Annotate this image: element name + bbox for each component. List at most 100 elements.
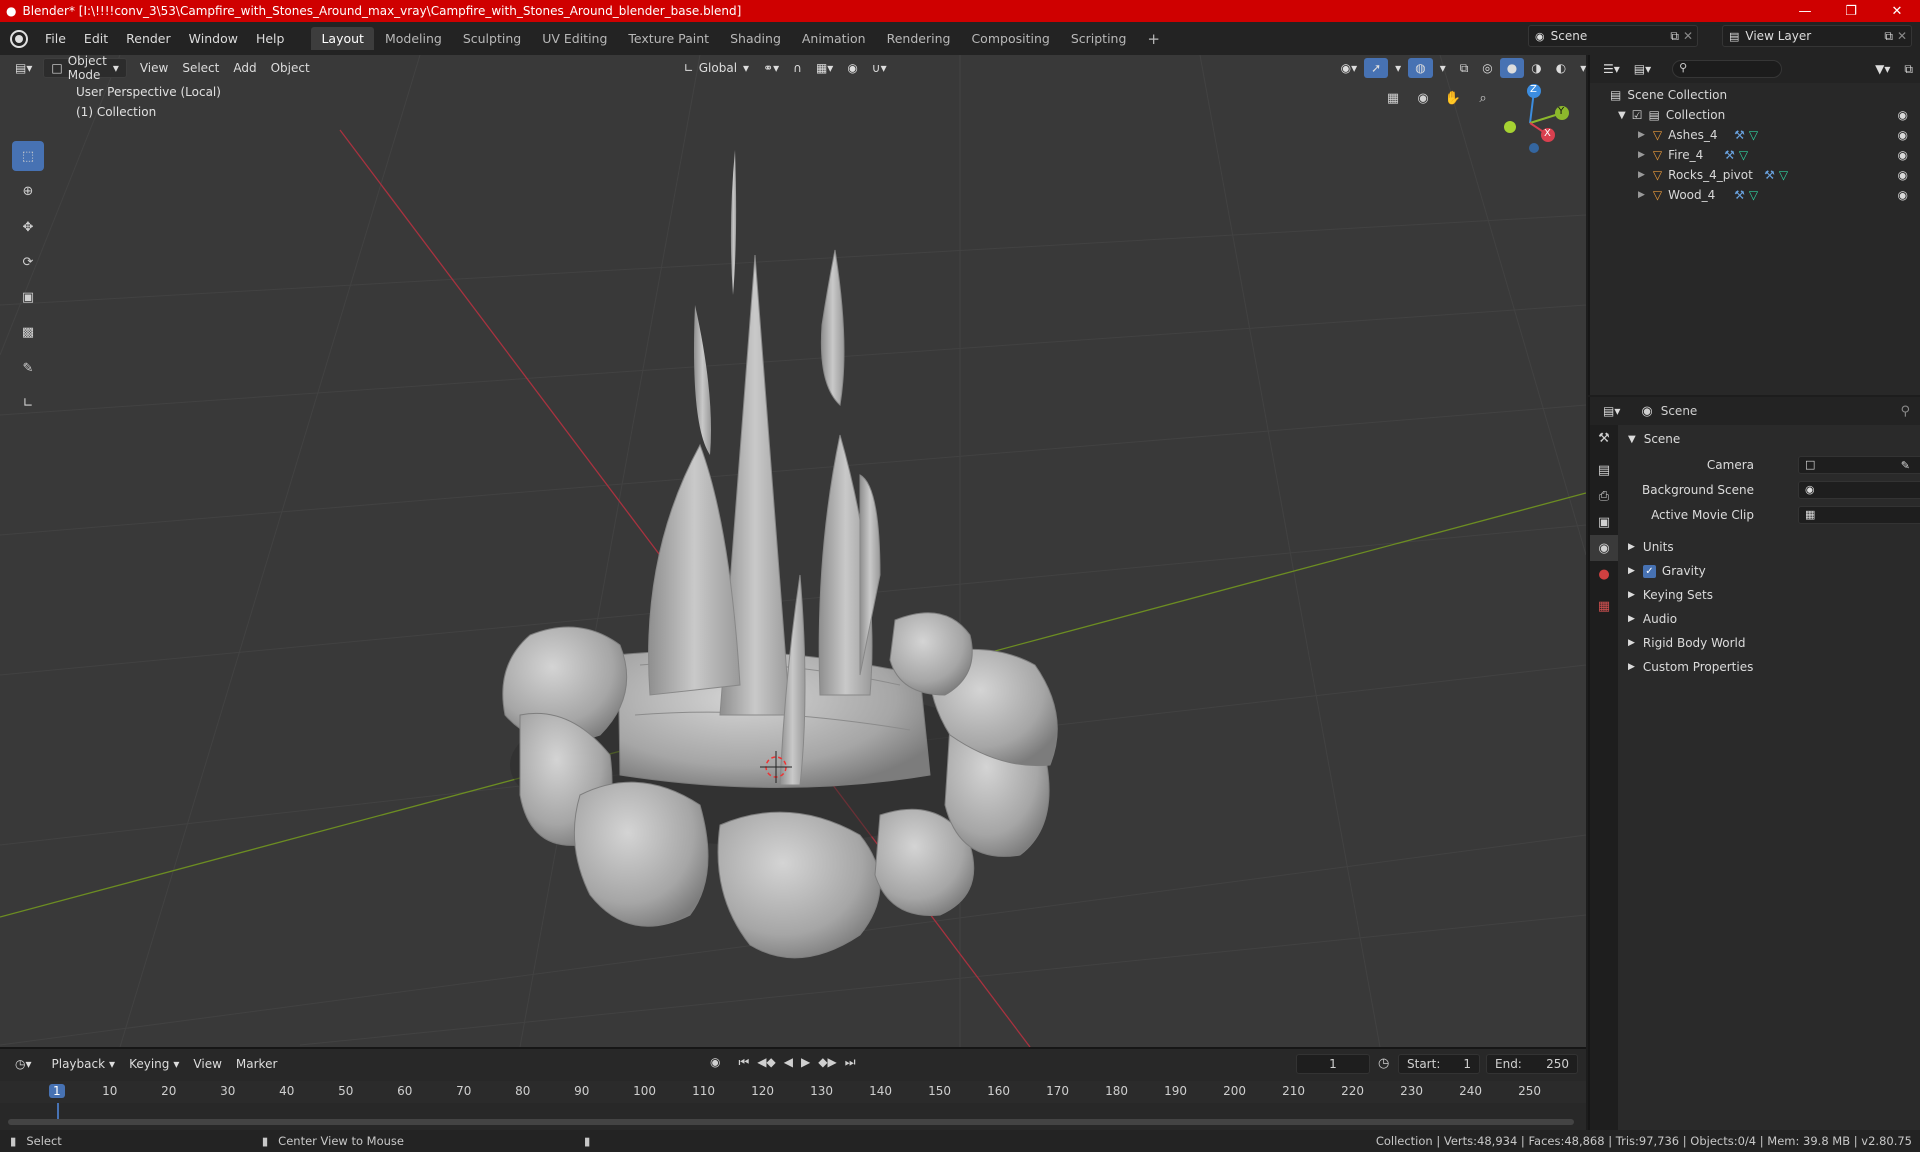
- proportional-edit-button[interactable]: ◉: [840, 58, 864, 78]
- play-button[interactable]: ▶: [801, 1055, 810, 1070]
- menu-file[interactable]: File: [36, 31, 75, 46]
- active-movie-clip-field[interactable]: ▦: [1798, 506, 1920, 524]
- shading-solid-button[interactable]: ●: [1499, 58, 1525, 78]
- zoom-view-button[interactable]: ⌕: [1470, 85, 1496, 111]
- outliner-collection[interactable]: ▼ ☑ ▤ Collection ◉: [1590, 105, 1920, 125]
- remove-scene-icon[interactable]: ✕: [1683, 29, 1693, 43]
- gizmo-options-button[interactable]: ▾: [1388, 58, 1408, 78]
- pan-view-button[interactable]: ✋: [1440, 85, 1466, 111]
- tab-world[interactable]: ●: [1590, 561, 1618, 587]
- frame-ruler[interactable]: 1 10 20 30 40 50 60 70 80 90 100 110 120 130 140 150 160…: [0, 1081, 1586, 1123]
- record-button[interactable]: ◉: [710, 1055, 720, 1070]
- rotate-tool[interactable]: ⟳: [12, 247, 44, 277]
- overlays-options-button[interactable]: ▾: [1433, 58, 1453, 78]
- end-frame-field[interactable]: End: 250: [1486, 1054, 1578, 1074]
- menu-render[interactable]: Render: [117, 31, 180, 46]
- background-scene-field[interactable]: ◉: [1798, 481, 1920, 499]
- pivot-point-button[interactable]: ⚭▾: [756, 58, 786, 78]
- current-frame-indicator[interactable]: 1: [49, 1084, 65, 1098]
- close-button[interactable]: ✕: [1874, 4, 1920, 19]
- timeline-menu-marker[interactable]: Marker: [229, 1054, 284, 1074]
- eye-icon[interactable]: ◉: [1898, 108, 1908, 122]
- measure-tool[interactable]: ∟: [12, 388, 44, 418]
- scale-tool[interactable]: ▣: [12, 282, 44, 312]
- timeline-scrollbar[interactable]: [8, 1119, 1574, 1125]
- eye-icon[interactable]: ◉: [1898, 128, 1908, 142]
- tab-render[interactable]: ▤: [1590, 457, 1618, 483]
- expand-arrow-icon[interactable]: ▶: [1638, 190, 1645, 200]
- new-scene-icon[interactable]: ⧉: [1670, 29, 1679, 44]
- tab-compositing[interactable]: Compositing: [961, 27, 1059, 50]
- outliner-object-wood[interactable]: ▶ ▽ Wood_4 ⚒ ▽ ◉: [1590, 185, 1920, 205]
- select-box-tool[interactable]: ⬚: [12, 141, 44, 171]
- snap-target-button[interactable]: ▦▾: [809, 58, 840, 78]
- tab-output[interactable]: ⎙: [1590, 483, 1618, 509]
- tab-tool[interactable]: ⚒: [1590, 425, 1618, 451]
- outliner-scene-collection[interactable]: ▤ Scene Collection: [1590, 85, 1920, 105]
- cursor-tool[interactable]: ⊕: [12, 176, 44, 206]
- visibility-button[interactable]: ◉▾: [1334, 58, 1365, 78]
- editor-type-button[interactable]: ▤▾: [8, 58, 39, 78]
- campfire-model[interactable]: [502, 150, 1058, 959]
- display-mode-button[interactable]: ▤▾: [1627, 59, 1658, 79]
- blender-menu-icon[interactable]: [10, 29, 28, 48]
- custom-properties-panel-header[interactable]: ▶ Custom Properties: [1618, 655, 1920, 679]
- shading-wireframe-button[interactable]: ◎: [1475, 58, 1499, 78]
- timeline-menu-keying[interactable]: Keying ▾: [122, 1054, 186, 1074]
- tab-scene[interactable]: ◉: [1590, 535, 1618, 561]
- viewport-menu-view[interactable]: View: [133, 58, 175, 78]
- next-keyframe-button[interactable]: ◆▶: [818, 1055, 836, 1070]
- tab-texture-paint[interactable]: Texture Paint: [618, 27, 719, 50]
- tab-layout[interactable]: Layout: [311, 27, 374, 50]
- navigation-gizmo[interactable]: Z Y X: [1490, 83, 1570, 163]
- tab-rendering[interactable]: Rendering: [877, 27, 961, 50]
- timeline-menu-view[interactable]: View: [186, 1054, 228, 1074]
- jump-start-button[interactable]: ⏮: [738, 1055, 749, 1070]
- new-view-layer-icon[interactable]: ⧉: [1884, 29, 1893, 44]
- viewport-menu-object[interactable]: Object: [264, 58, 317, 78]
- gravity-checkbox[interactable]: ✓: [1642, 564, 1656, 578]
- properties-editor-type-button[interactable]: ▤▾: [1596, 401, 1627, 421]
- jump-end-button[interactable]: ⏭: [845, 1055, 856, 1070]
- maximize-button[interactable]: ❐: [1828, 4, 1874, 19]
- menu-window[interactable]: Window: [180, 31, 247, 46]
- outliner-editor-type-button[interactable]: ☰▾: [1596, 59, 1627, 79]
- tab-sculpting[interactable]: Sculpting: [453, 27, 531, 50]
- play-reverse-button[interactable]: ◀: [784, 1055, 793, 1070]
- scene-panel-header[interactable]: ▼ Scene: [1618, 427, 1920, 451]
- view-layer-selector[interactable]: ▤ View Layer ⧉ ✕: [1722, 25, 1912, 47]
- tab-uv-editing[interactable]: UV Editing: [532, 27, 617, 50]
- outliner-search-input[interactable]: ⚲: [1672, 60, 1783, 78]
- menu-help[interactable]: Help: [247, 31, 294, 46]
- eyedropper-icon[interactable]: ✎: [1901, 459, 1910, 472]
- tab-shading[interactable]: Shading: [720, 27, 791, 50]
- timeline-menu-playback[interactable]: Playback ▾: [45, 1054, 123, 1074]
- shading-material-button[interactable]: ◑: [1524, 58, 1548, 78]
- expand-arrow-icon[interactable]: ▶: [1638, 130, 1645, 140]
- minimize-button[interactable]: —: [1782, 4, 1828, 19]
- gizmo-toggle-button[interactable]: ➚: [1364, 58, 1389, 78]
- outliner-object-rocks[interactable]: ▶ ▽ Rocks_4_pivot ⚒ ▽ ◉: [1590, 165, 1920, 185]
- transform-tool[interactable]: ▩: [12, 317, 44, 347]
- add-workspace-button[interactable]: +: [1137, 26, 1170, 52]
- preview-range-icon[interactable]: ◷: [1378, 1056, 1389, 1071]
- remove-view-layer-icon[interactable]: ✕: [1897, 29, 1907, 43]
- viewport-menu-add[interactable]: Add: [226, 58, 263, 78]
- pin-icon[interactable]: ⚲: [1900, 404, 1910, 419]
- snap-button[interactable]: ∩: [786, 58, 809, 78]
- eye-icon[interactable]: ◉: [1898, 148, 1908, 162]
- tab-animation[interactable]: Animation: [792, 27, 876, 50]
- units-panel-header[interactable]: ▶ Units: [1618, 535, 1920, 559]
- audio-panel-header[interactable]: ▶ Audio: [1618, 607, 1920, 631]
- tab-view-layer[interactable]: ▣: [1590, 509, 1618, 535]
- falloff-button[interactable]: ∪▾: [865, 58, 894, 78]
- tab-texture[interactable]: ▦: [1590, 593, 1618, 619]
- 3d-viewport[interactable]: User Perspective (Local) (1) Collection …: [0, 55, 1586, 1047]
- viewport-menu-select[interactable]: Select: [175, 58, 226, 78]
- menu-edit[interactable]: Edit: [75, 31, 117, 46]
- eye-icon[interactable]: ◉: [1898, 188, 1908, 202]
- keying-sets-panel-header[interactable]: ▶ Keying Sets: [1618, 583, 1920, 607]
- outliner-object-ashes[interactable]: ▶ ▽ Ashes_4 ⚒ ▽ ◉: [1590, 125, 1920, 145]
- expand-arrow-icon[interactable]: ▼: [1618, 110, 1626, 121]
- tab-scripting[interactable]: Scripting: [1061, 27, 1137, 50]
